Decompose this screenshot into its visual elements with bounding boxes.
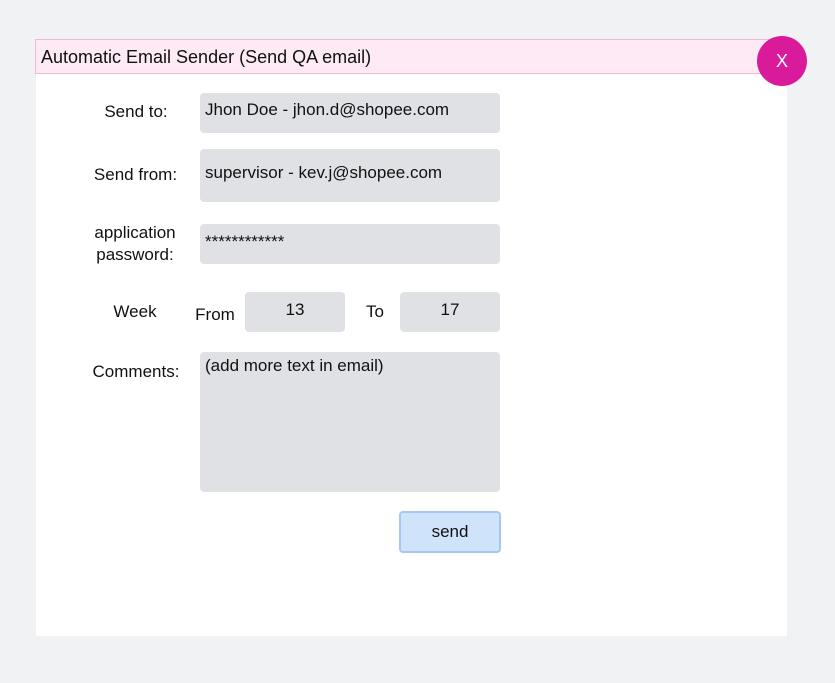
window-title: Automatic Email Sender (Send QA email) bbox=[41, 47, 372, 67]
send-from-label: Send from: bbox=[93, 165, 178, 184]
send-to-field[interactable]: Jhon Doe - jhon.d@shopee.com bbox=[200, 93, 500, 133]
send-button[interactable]: send bbox=[399, 511, 501, 553]
app-password-label-line2: password: bbox=[96, 245, 174, 264]
send-from-field[interactable]: supervisor - kev.j@shopee.com bbox=[200, 149, 500, 202]
comments-label: Comments: bbox=[92, 362, 180, 381]
send-to-label: Send to: bbox=[104, 102, 168, 121]
week-label: Week bbox=[113, 302, 157, 321]
app-password-label-line1: application bbox=[94, 223, 176, 242]
close-button[interactable]: X bbox=[757, 36, 807, 86]
week-from-label: From bbox=[195, 305, 235, 324]
comments-field[interactable]: (add more text in email) bbox=[200, 352, 500, 492]
app-password-field[interactable]: ************ bbox=[200, 224, 500, 264]
app-password-label: application password: bbox=[84, 222, 186, 266]
week-to-label: To bbox=[366, 302, 384, 321]
week-to-field[interactable]: 17 bbox=[400, 292, 500, 332]
title-bar: Automatic Email Sender (Send QA email) bbox=[35, 39, 776, 74]
week-from-field[interactable]: 13 bbox=[245, 292, 345, 332]
